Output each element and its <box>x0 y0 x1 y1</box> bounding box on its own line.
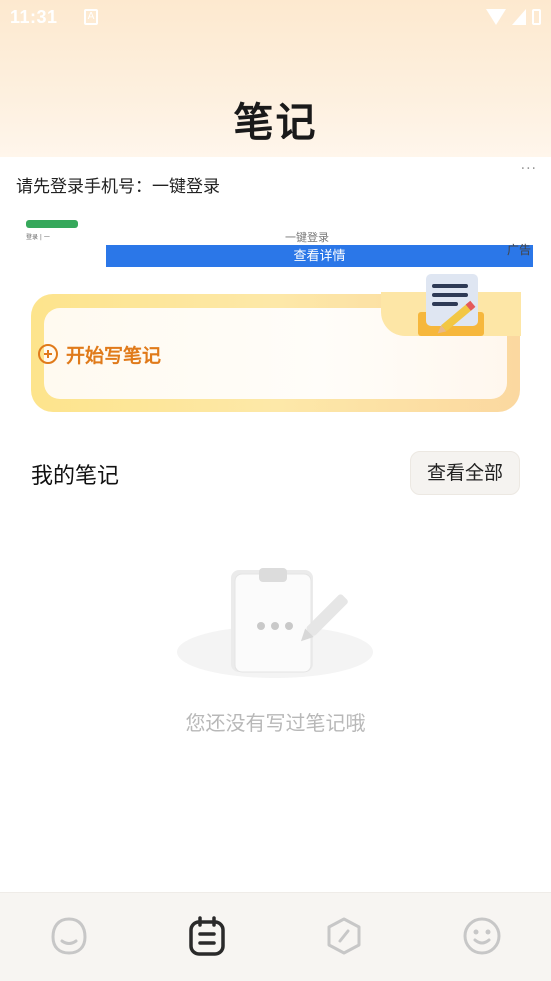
start-writing-label: 开始写笔记 <box>66 344 162 367</box>
page-title: 笔记 <box>233 100 318 146</box>
ad-thumbnail-bar <box>26 220 78 228</box>
ad-thumbnail-caption: 登录 | 一 <box>26 234 50 241</box>
ad-more-icon[interactable]: ··· <box>521 161 537 177</box>
ad-tag: 广告 <box>506 243 531 257</box>
signal-icon <box>512 9 526 25</box>
compass-tab-icon[interactable] <box>323 915 365 957</box>
empty-notebook-icon <box>177 568 373 678</box>
ad-faint-text: 一键登录 <box>285 231 329 244</box>
status-icons <box>486 9 541 25</box>
battery-icon <box>532 9 541 25</box>
notebook-tab-icon[interactable] <box>186 915 228 957</box>
status-time: 11:31 <box>10 7 58 27</box>
wifi-icon <box>486 9 506 25</box>
status-bar: 11:31 A <box>0 0 551 38</box>
ad-banner-area[interactable]: 请先登录手机号：一键登录 ··· 登录 | 一 一键登录 查看详情 广告 <box>0 157 551 270</box>
notification-icon: A <box>84 9 98 25</box>
empty-state-message: 您还没有写过笔记哦 <box>185 711 366 735</box>
my-notes-title: 我的笔记 <box>31 464 120 489</box>
view-all-button[interactable]: 查看全部 <box>410 451 520 495</box>
face-tab-icon[interactable] <box>48 915 90 957</box>
ad-text[interactable]: 请先登录手机号：一键登录 <box>16 172 220 197</box>
start-writing-button[interactable]: 开始写笔记 <box>38 340 161 368</box>
bottom-tab-bar <box>0 892 551 981</box>
write-note-illustration-icon <box>418 274 484 336</box>
plus-circle-icon <box>38 344 58 364</box>
smiley-tab-icon[interactable] <box>461 915 503 957</box>
ad-thumbnail: 登录 | 一 <box>26 220 78 242</box>
ad-details-button[interactable]: 查看详情 <box>106 245 533 267</box>
